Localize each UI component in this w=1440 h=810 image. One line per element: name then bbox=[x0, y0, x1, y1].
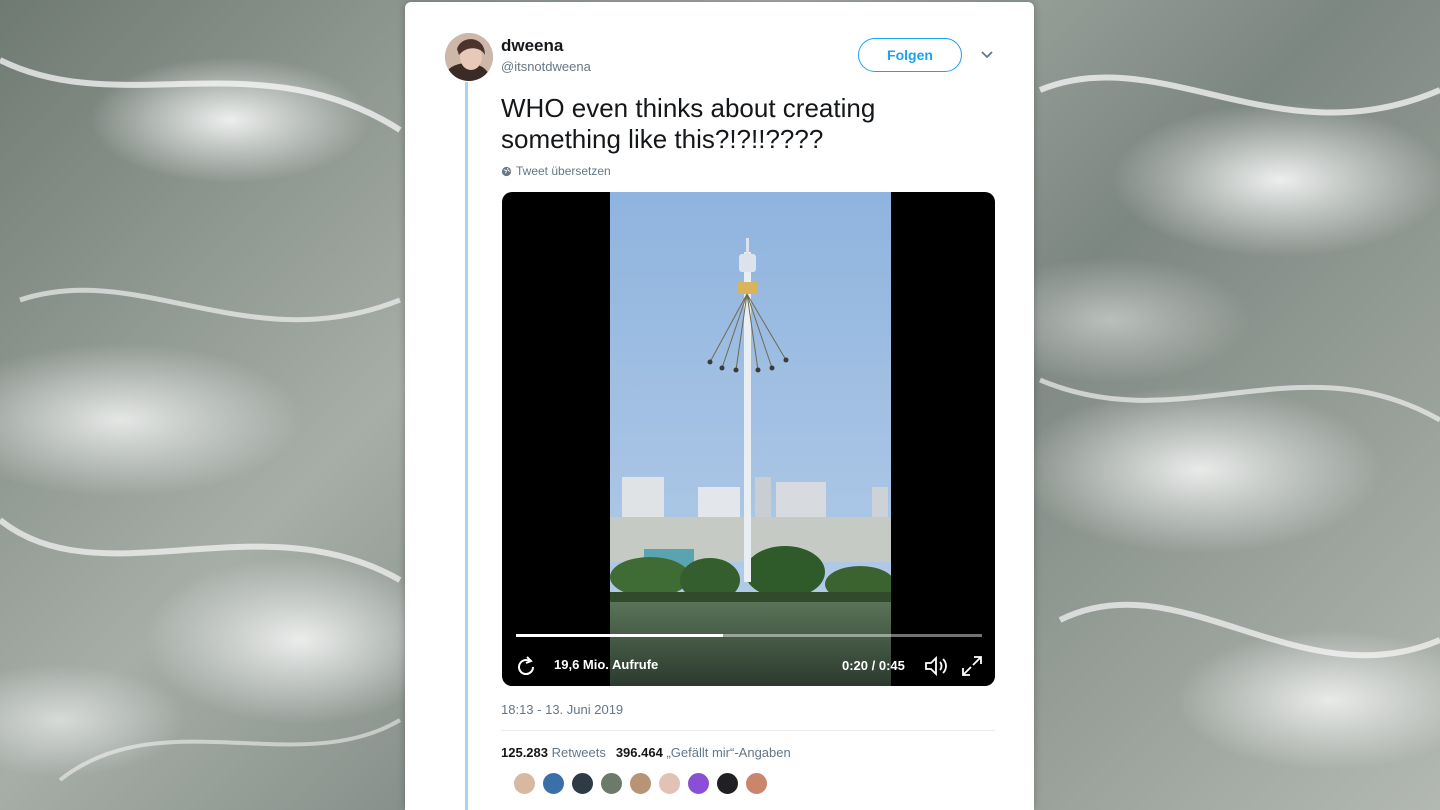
retweets-count: 125.283 bbox=[501, 745, 548, 760]
fullscreen-icon[interactable] bbox=[960, 654, 984, 678]
liker-avatar-1[interactable] bbox=[513, 772, 536, 795]
likes-label: „Gefällt mir“-Angaben bbox=[666, 745, 791, 760]
view-count: 19,6 Mio. Aufrufe bbox=[554, 657, 659, 672]
liker-avatar-5[interactable] bbox=[629, 772, 652, 795]
liker-avatar-7[interactable] bbox=[687, 772, 710, 795]
avatar-portrait-icon bbox=[445, 33, 493, 81]
divider bbox=[501, 730, 995, 731]
tweet-text-line-2: something like this?!?!!???? bbox=[501, 124, 824, 154]
liker-avatar-4[interactable] bbox=[600, 772, 623, 795]
liker-avatar-6[interactable] bbox=[658, 772, 681, 795]
video-player[interactable]: 19,6 Mio. Aufrufe 0:20 / 0:45 bbox=[502, 192, 995, 686]
tweet-text: WHO even thinks about creating something… bbox=[501, 93, 981, 155]
translate-label: Tweet übersetzen bbox=[516, 164, 611, 178]
video-progress-fill bbox=[516, 634, 723, 637]
liker-avatar-9[interactable] bbox=[745, 772, 768, 795]
thread-line bbox=[465, 82, 468, 810]
user-handle[interactable]: @itsnotdweena bbox=[501, 59, 591, 74]
follow-button[interactable]: Folgen bbox=[858, 38, 962, 72]
retweets-label: Retweets bbox=[551, 745, 606, 760]
user-avatar[interactable] bbox=[445, 33, 493, 81]
liker-avatars bbox=[513, 772, 768, 795]
liker-avatar-8[interactable] bbox=[716, 772, 739, 795]
liker-avatar-3[interactable] bbox=[571, 772, 594, 795]
video-progress-bar[interactable] bbox=[516, 634, 982, 637]
retweets-stat[interactable]: 125.283 Retweets bbox=[501, 745, 606, 760]
translate-tweet-link[interactable]: Tweet übersetzen bbox=[501, 164, 611, 178]
replay-icon[interactable] bbox=[514, 655, 538, 679]
video-frame[interactable] bbox=[610, 192, 891, 686]
volume-icon[interactable] bbox=[923, 654, 949, 678]
likes-count: 396.464 bbox=[615, 745, 663, 760]
globe-icon bbox=[501, 166, 512, 176]
tweet-text-line-1: WHO even thinks about creating bbox=[501, 93, 876, 123]
tweet-stats: 125.283 Retweets 396.464 „Gefällt mir“-A… bbox=[501, 745, 791, 760]
tweet-timestamp[interactable]: 18:13 - 13. Juni 2019 bbox=[501, 702, 623, 717]
likes-stat[interactable]: 396.464 „Gefällt mir“-Angaben bbox=[616, 745, 791, 760]
video-time: 0:20 / 0:45 bbox=[842, 658, 905, 673]
liker-avatar-2[interactable] bbox=[542, 772, 565, 795]
user-display-name[interactable]: dweena bbox=[501, 36, 563, 56]
chevron-down-icon[interactable] bbox=[978, 46, 996, 64]
amusement-ride-video-still bbox=[610, 192, 891, 686]
tweet-card: dweena @itsnotdweena Folgen WHO even thi… bbox=[405, 2, 1034, 810]
